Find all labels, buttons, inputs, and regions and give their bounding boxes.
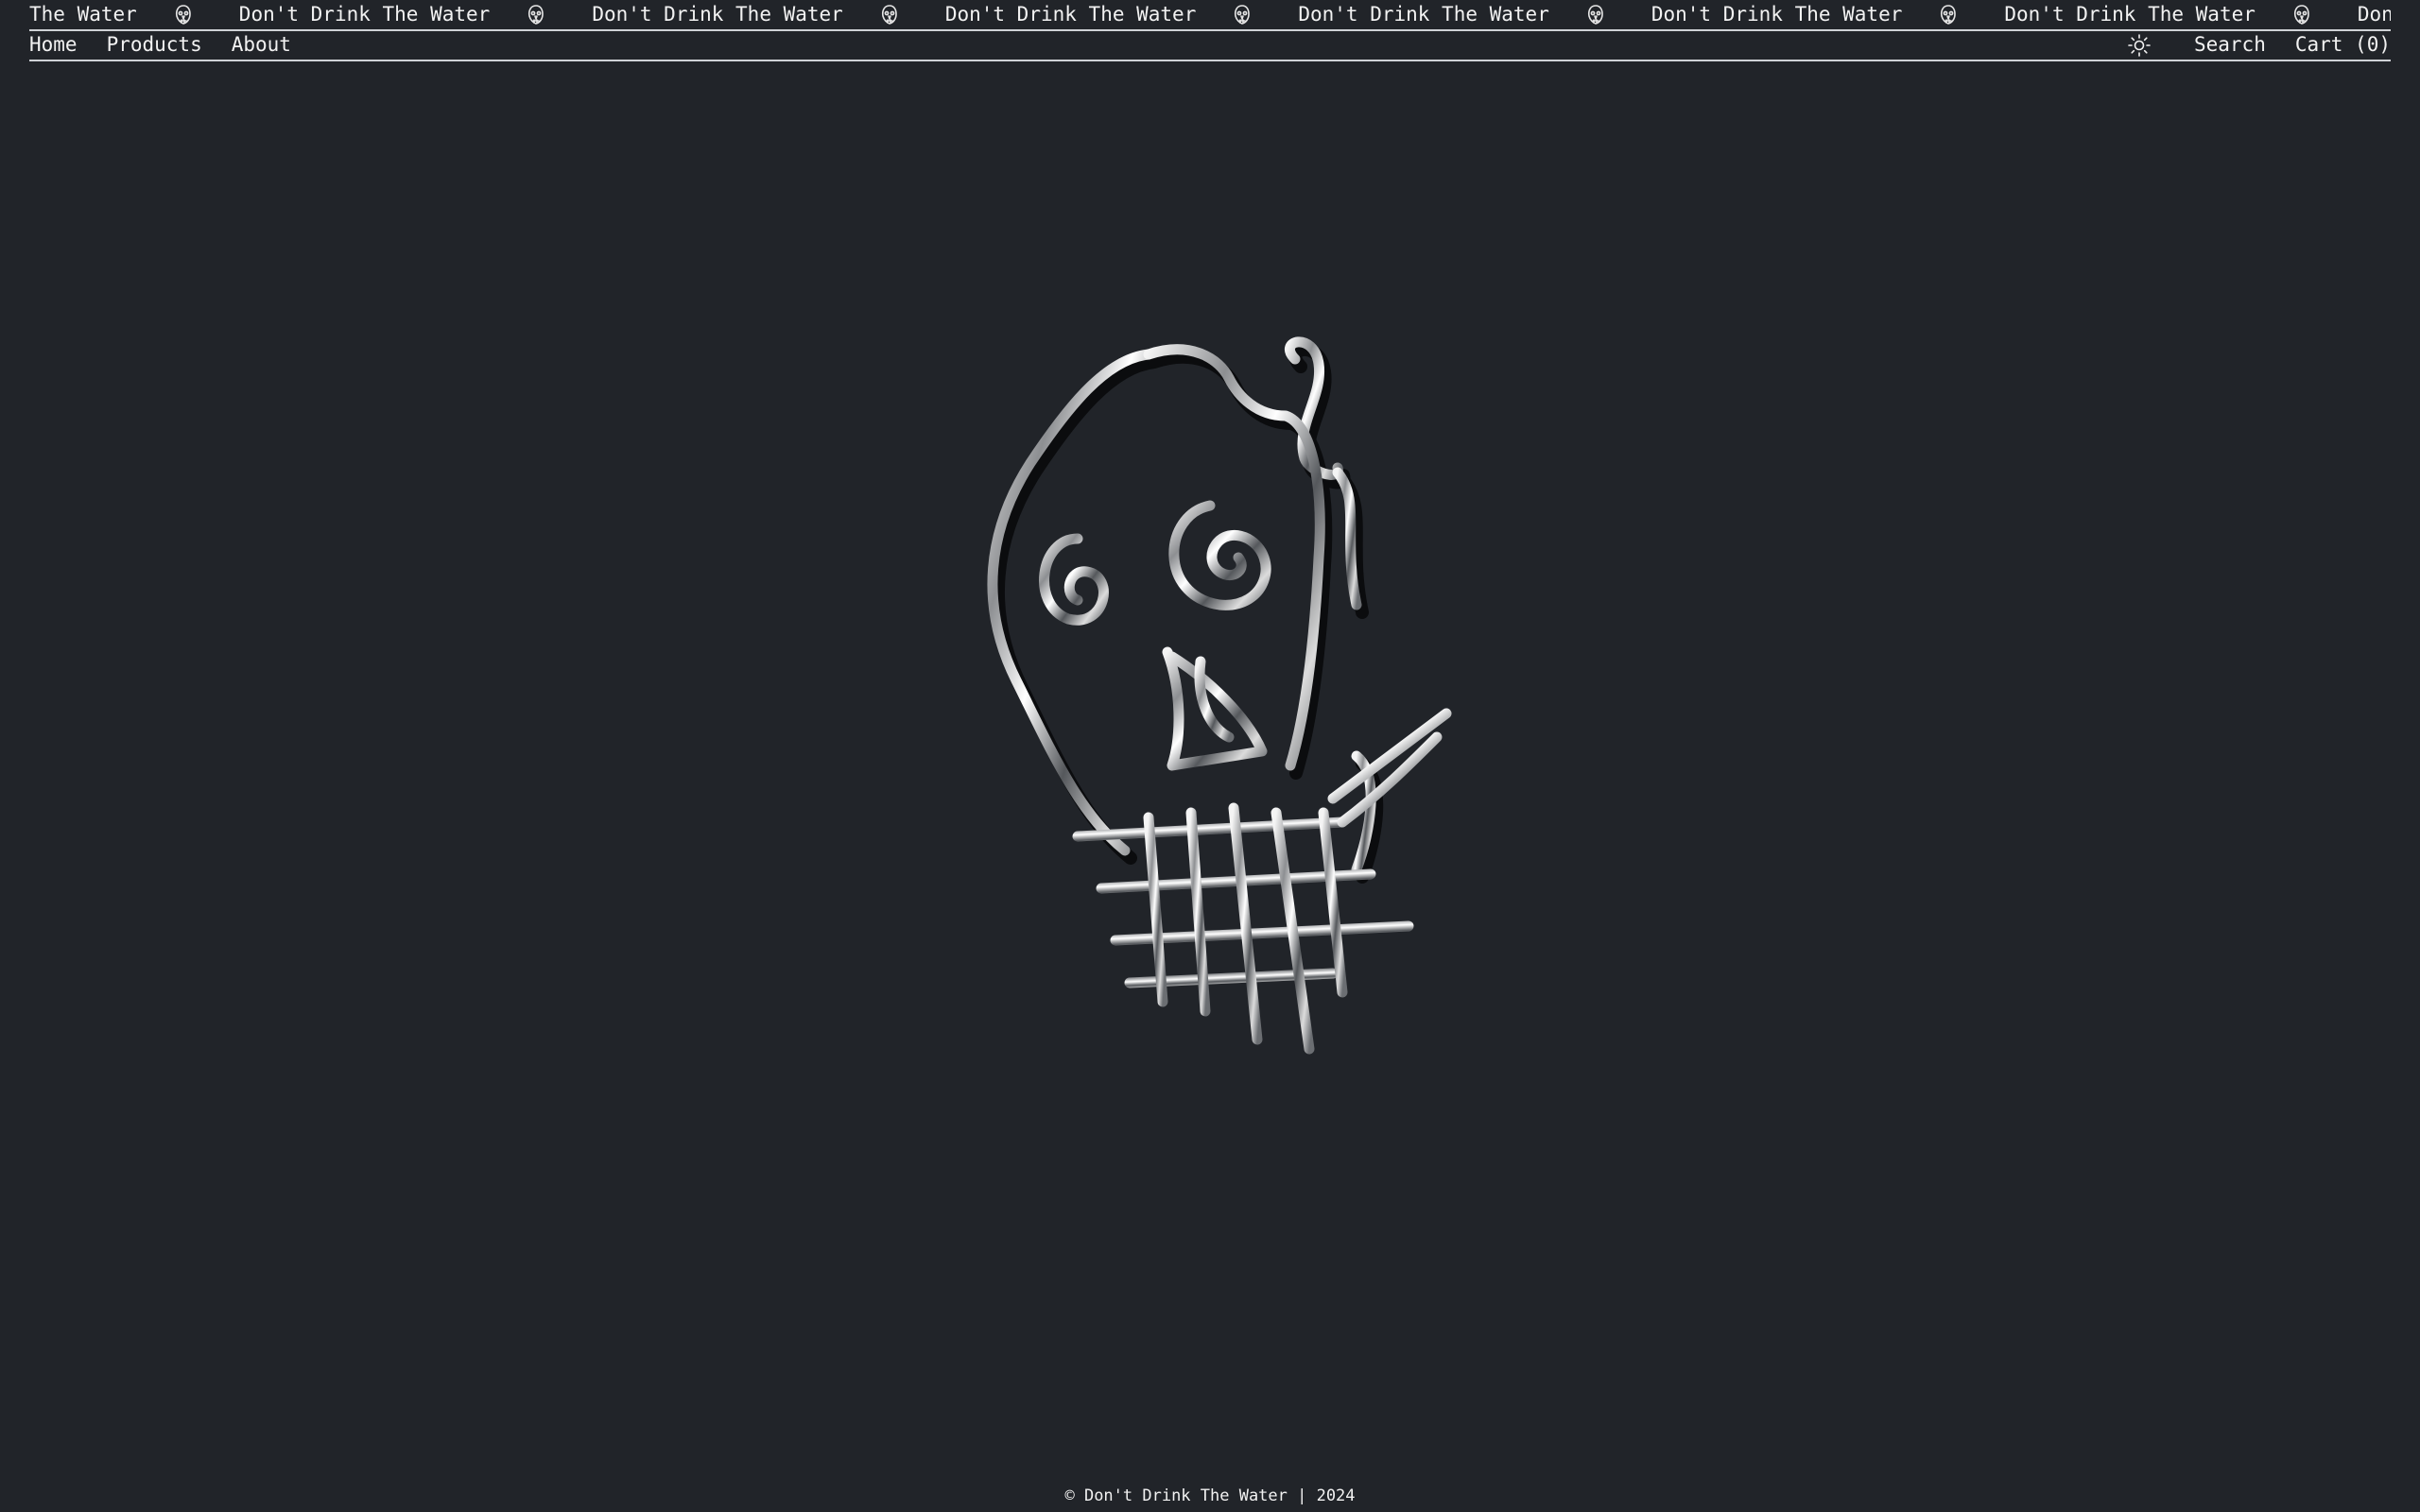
nav-left-group: Home Products About xyxy=(29,31,291,59)
skull-icon xyxy=(1938,3,1959,27)
nav-about-link[interactable]: About xyxy=(232,31,291,59)
site-footer: © Don't Drink The Water | 2024 xyxy=(0,1486,2420,1506)
announcement-marquee: The Water Don't Drink The Water Don't Drin… xyxy=(29,0,2391,31)
marquee-item: Don't Drink The Water xyxy=(1651,2,2005,27)
skull-icon xyxy=(2291,3,2312,27)
nav-cart-link[interactable]: Cart (0) xyxy=(2295,31,2391,59)
skull-icon xyxy=(173,3,194,27)
skull-icon xyxy=(879,3,900,27)
marquee-text: Don't Drink The Water xyxy=(592,3,843,26)
main-nav: Home Products About Search Cart (0) xyxy=(29,31,2391,61)
marquee-item: Don't Drink The Water xyxy=(592,2,945,27)
marquee-text: Don't Drink The Water xyxy=(2004,3,2256,26)
footer-text: Don't Drink The Water | 2024 xyxy=(1083,1486,1356,1505)
marquee-item: Don't Drink The Water xyxy=(239,2,593,27)
skull-icon xyxy=(1585,3,1606,27)
marquee-text: Don't Drink The Water xyxy=(2357,3,2391,26)
skull-icon xyxy=(526,3,546,27)
marquee-text: Don't Drink The Water xyxy=(238,3,491,26)
marquee-item: Don't Drink The Water xyxy=(1298,2,1651,27)
marquee-text: Don't Drink The Water xyxy=(944,3,1197,26)
nav-search-link[interactable]: Search xyxy=(2194,31,2266,59)
hero-skull-image xyxy=(936,321,1484,1295)
marquee-item: Don't Drink The Water xyxy=(945,2,1299,27)
nav-products-link[interactable]: Products xyxy=(107,31,202,59)
marquee-item: The Water xyxy=(29,2,239,27)
copyright-symbol: © xyxy=(1064,1486,1075,1505)
skull-icon xyxy=(1232,3,1253,27)
marquee-item: Don't Drink The Water xyxy=(2004,2,2358,27)
nav-home-link[interactable]: Home xyxy=(29,31,78,59)
marquee-track: The Water Don't Drink The Water Don't Drin… xyxy=(29,2,2391,27)
nav-right-group: Search Cart (0) xyxy=(2127,31,2391,59)
marquee-text: Don't Drink The Water xyxy=(1651,3,1903,26)
marquee-text: The Water xyxy=(29,3,137,26)
marquee-text: Don't Drink The Water xyxy=(1298,3,1549,26)
marquee-item: Don't Drink The Water xyxy=(2358,2,2391,27)
sun-icon[interactable] xyxy=(2127,33,2152,58)
